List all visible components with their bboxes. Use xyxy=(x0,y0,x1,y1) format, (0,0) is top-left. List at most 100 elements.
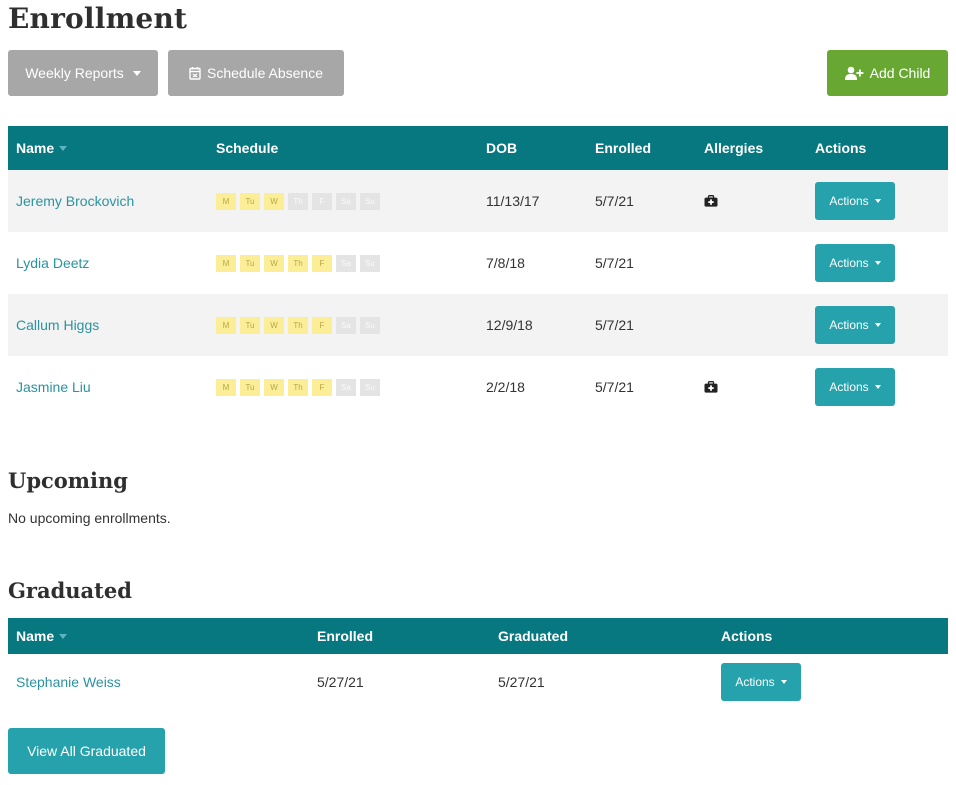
weekly-reports-label: Weekly Reports xyxy=(25,65,124,81)
upcoming-empty-text: No upcoming enrollments. xyxy=(8,510,171,526)
column-header-actions: Actions xyxy=(815,140,867,156)
schedule-absence-label: Schedule Absence xyxy=(207,65,323,81)
schedule-day: Th xyxy=(288,378,308,396)
sort-caret-icon xyxy=(59,145,68,151)
schedule-day: Sa xyxy=(336,378,356,396)
schedule-day: M xyxy=(216,316,236,334)
actions-dropdown-button[interactable]: Actions xyxy=(815,244,895,282)
schedule-day: M xyxy=(216,192,236,210)
add-child-button[interactable]: Add Child xyxy=(827,50,948,96)
medical-kit-icon[interactable] xyxy=(704,381,718,393)
actions-dropdown-button[interactable]: Actions xyxy=(721,662,801,701)
enrolled-date: 5/27/21 xyxy=(317,673,364,690)
child-name-link[interactable]: Stephanie Weiss xyxy=(16,674,121,690)
actions-dropdown-button[interactable]: Actions xyxy=(815,182,895,220)
graduated-table-row: Stephanie Weiss 5/27/21 5/27/21 Actions xyxy=(8,654,948,709)
upcoming-heading: Upcoming xyxy=(8,468,128,493)
enrollment-table-header: Name Schedule DOB Enrolled Allergies Act… xyxy=(8,126,948,170)
table-row: Jeremy Brockovich M Tu W Th F Sa Su 11/13/17 5/7/… xyxy=(8,170,948,232)
enrolled-date: 5/7/21 xyxy=(595,379,634,395)
column-name-label: Name xyxy=(16,140,55,156)
schedule-absence-button[interactable]: Schedule Absence xyxy=(168,50,344,96)
graduated-date: 5/27/21 xyxy=(498,673,545,690)
table-row: Jasmine Liu M Tu W Th F Sa Su 2/2/18 5/7/21 Action… xyxy=(8,356,948,418)
dob-value: 11/13/17 xyxy=(486,193,540,209)
schedule-day: Tu xyxy=(240,378,260,396)
schedule-day: Su xyxy=(360,254,380,272)
graduated-heading: Graduated xyxy=(8,578,132,603)
actions-label: Actions xyxy=(829,256,869,270)
page-title: Enrollment xyxy=(8,2,188,35)
medical-kit-icon[interactable] xyxy=(704,195,718,207)
column-header-name[interactable]: Name xyxy=(16,126,68,170)
table-row: Callum Higgs M Tu W Th F Sa Su 12/9/18 5/7/21 Acti… xyxy=(8,294,948,356)
chevron-down-icon xyxy=(132,70,141,76)
child-name-link[interactable]: Jeremy Brockovich xyxy=(16,193,134,209)
schedule-day: Th xyxy=(288,192,308,210)
schedule-day: W xyxy=(264,378,284,396)
schedule-day: Sa xyxy=(336,254,356,272)
schedule-day: Tu xyxy=(240,192,260,210)
actions-dropdown-button[interactable]: Actions xyxy=(815,306,895,344)
schedule-day: F xyxy=(312,192,332,210)
child-name-link[interactable]: Lydia Deetz xyxy=(16,255,89,271)
dob-value: 2/2/18 xyxy=(486,379,525,395)
schedule-days: M Tu W Th F Sa Su xyxy=(216,316,380,334)
graduated-column-header-enrolled: Enrolled xyxy=(317,628,374,644)
actions-label: Actions xyxy=(829,318,869,332)
column-header-dob: DOB xyxy=(486,140,518,156)
user-plus-icon xyxy=(844,66,864,80)
schedule-day: Tu xyxy=(240,254,260,272)
schedule-day: M xyxy=(216,254,236,272)
chevron-down-icon xyxy=(874,199,881,203)
graduated-column-header-graduated: Graduated xyxy=(498,628,569,644)
schedule-day: Su xyxy=(360,316,380,334)
view-all-graduated-button[interactable]: View All Graduated xyxy=(8,728,165,774)
view-all-graduated-label: View All Graduated xyxy=(27,743,146,759)
chevron-down-icon xyxy=(874,323,881,327)
graduated-column-header-actions: Actions xyxy=(721,628,773,644)
schedule-day: Th xyxy=(288,254,308,272)
schedule-day: F xyxy=(312,254,332,272)
schedule-day: M xyxy=(216,378,236,396)
schedule-days: M Tu W Th F Sa Su xyxy=(216,254,380,272)
graduated-column-header-name[interactable]: Name xyxy=(16,618,68,654)
graduated-column-name-label: Name xyxy=(16,628,55,644)
dob-value: 12/9/18 xyxy=(486,317,533,333)
actions-label: Actions xyxy=(829,194,869,208)
chevron-down-icon xyxy=(874,385,881,389)
child-name-link[interactable]: Jasmine Liu xyxy=(16,379,91,395)
enrolled-date: 5/7/21 xyxy=(595,255,634,271)
actions-dropdown-button[interactable]: Actions xyxy=(815,368,895,406)
schedule-day: Su xyxy=(360,192,380,210)
schedule-day: W xyxy=(264,254,284,272)
column-header-enrolled: Enrolled xyxy=(595,140,652,156)
actions-label: Actions xyxy=(735,674,775,689)
schedule-days: M Tu W Th F Sa Su xyxy=(216,378,380,396)
schedule-day: F xyxy=(312,378,332,396)
column-header-schedule: Schedule xyxy=(216,140,279,156)
schedule-day: W xyxy=(264,192,284,210)
schedule-day: Su xyxy=(360,378,380,396)
chevron-down-icon xyxy=(874,261,881,265)
weekly-reports-button[interactable]: Weekly Reports xyxy=(8,50,158,96)
sort-caret-icon xyxy=(59,633,68,639)
schedule-day: Sa xyxy=(336,316,356,334)
schedule-day: W xyxy=(264,316,284,334)
actions-label: Actions xyxy=(829,380,869,394)
table-row: Lydia Deetz M Tu W Th F Sa Su 7/8/18 5/7/21 Action… xyxy=(8,232,948,294)
add-child-label: Add Child xyxy=(869,65,931,81)
enrolled-date: 5/7/21 xyxy=(595,193,634,209)
enrolled-date: 5/7/21 xyxy=(595,317,634,333)
graduated-table-header: Name Enrolled Graduated Actions xyxy=(8,618,948,654)
child-name-link[interactable]: Callum Higgs xyxy=(16,317,99,333)
schedule-day: F xyxy=(312,316,332,334)
chevron-down-icon xyxy=(780,679,787,684)
schedule-day: Sa xyxy=(336,192,356,210)
column-header-allergies: Allergies xyxy=(704,140,764,156)
dob-value: 7/8/18 xyxy=(486,255,525,271)
schedule-days: M Tu W Th F Sa Su xyxy=(216,192,380,210)
schedule-day: Th xyxy=(288,316,308,334)
schedule-day: Tu xyxy=(240,316,260,334)
calendar-icon xyxy=(189,67,201,80)
